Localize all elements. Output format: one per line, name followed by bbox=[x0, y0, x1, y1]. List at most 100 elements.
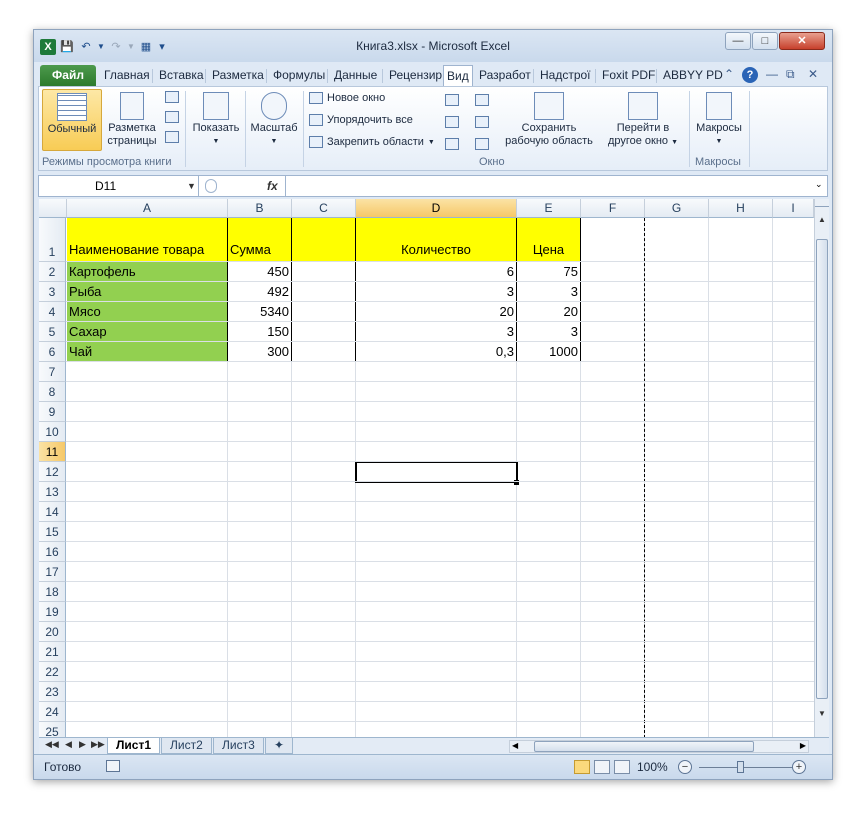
switch-windows-button[interactable]: Перейти в другое окно ▼ bbox=[599, 89, 687, 149]
cell-b5[interactable]: 150 bbox=[228, 322, 292, 342]
synchronous-scrolling-icon[interactable] bbox=[475, 116, 489, 128]
row-header[interactable]: 12 bbox=[39, 462, 66, 482]
row-header[interactable]: 18 bbox=[39, 582, 66, 602]
row-header[interactable]: 24 bbox=[39, 702, 66, 722]
hide-icon[interactable] bbox=[445, 116, 459, 128]
select-all-corner[interactable] bbox=[39, 199, 67, 218]
split-box-icon[interactable] bbox=[815, 199, 829, 207]
zoom-slider-thumb[interactable] bbox=[737, 761, 744, 773]
row-header[interactable]: 22 bbox=[39, 662, 66, 682]
tab-data[interactable]: Данные bbox=[331, 65, 380, 86]
cell-d1[interactable]: Количество bbox=[356, 218, 517, 262]
collapse-ribbon-icon[interactable]: ⌃ bbox=[724, 67, 734, 81]
expand-formula-bar-icon[interactable]: ⌄ bbox=[815, 179, 823, 190]
close-doc-icon[interactable]: ✕ bbox=[808, 67, 818, 81]
view-side-by-side-icon[interactable] bbox=[475, 94, 489, 106]
formula-input[interactable] bbox=[285, 176, 815, 196]
cell-b6[interactable]: 300 bbox=[228, 342, 292, 362]
horizontal-scrollbar[interactable]: ◀ ▶ bbox=[509, 740, 809, 753]
zoom-in-icon[interactable]: + bbox=[792, 760, 806, 774]
column-header-i[interactable]: I bbox=[773, 199, 814, 218]
cell-d6[interactable]: 0,3 bbox=[356, 342, 517, 362]
row-header[interactable]: 9 bbox=[39, 402, 66, 422]
cell-a4[interactable]: Мясо bbox=[67, 302, 228, 322]
restore-doc-icon[interactable]: ⧉ bbox=[786, 67, 795, 82]
freeze-panes-button[interactable]: Закрепить области ▼ bbox=[309, 136, 435, 148]
row-header[interactable]: 5 bbox=[39, 322, 66, 342]
cell-a1[interactable]: Наименование товара bbox=[67, 218, 228, 262]
minimize-button[interactable]: — bbox=[725, 32, 751, 50]
cell-d4[interactable]: 20 bbox=[356, 302, 517, 322]
tab-insert[interactable]: Вставка bbox=[156, 65, 207, 86]
help-icon[interactable]: ? bbox=[742, 67, 758, 83]
zoom-out-icon[interactable]: − bbox=[678, 760, 692, 774]
row-header[interactable]: 10 bbox=[39, 422, 66, 442]
row-header[interactable]: 21 bbox=[39, 642, 66, 662]
show-button[interactable]: Показать ▼ bbox=[189, 89, 243, 148]
cell-e5[interactable]: 3 bbox=[517, 322, 581, 342]
row-header[interactable]: 14 bbox=[39, 502, 66, 522]
row-header[interactable]: 1 bbox=[39, 218, 66, 262]
row-header[interactable]: 13 bbox=[39, 482, 66, 502]
column-header-d[interactable]: D bbox=[356, 199, 517, 218]
custom-views-icon[interactable] bbox=[165, 111, 179, 123]
cell-c4[interactable] bbox=[292, 302, 356, 322]
horizontal-scroll-thumb[interactable] bbox=[534, 741, 754, 752]
cell-d3[interactable]: 3 bbox=[356, 282, 517, 302]
row-header[interactable]: 19 bbox=[39, 602, 66, 622]
tab-view[interactable]: Вид bbox=[443, 65, 473, 86]
tab-review[interactable]: Рецензир bbox=[386, 65, 445, 86]
tab-foxit[interactable]: Foxit PDF bbox=[599, 65, 658, 86]
insert-function-button[interactable]: fx bbox=[267, 176, 278, 196]
row-header[interactable]: 3 bbox=[39, 282, 66, 302]
tab-file[interactable]: Файл bbox=[40, 65, 96, 86]
row-header[interactable]: 25 bbox=[39, 722, 66, 737]
cell-e3[interactable]: 3 bbox=[517, 282, 581, 302]
cell-e4[interactable]: 20 bbox=[517, 302, 581, 322]
cell-e6[interactable]: 1000 bbox=[517, 342, 581, 362]
tab-formulas[interactable]: Формулы bbox=[270, 65, 328, 86]
first-sheet-icon[interactable]: ◀◀ bbox=[45, 739, 59, 750]
full-screen-icon[interactable] bbox=[165, 131, 179, 143]
unhide-icon[interactable] bbox=[445, 138, 459, 150]
page-break-preview-icon[interactable] bbox=[165, 91, 179, 103]
cell-c3[interactable] bbox=[292, 282, 356, 302]
macro-record-icon[interactable] bbox=[106, 760, 120, 772]
cell-c2[interactable] bbox=[292, 262, 356, 282]
cell-b2[interactable]: 450 bbox=[228, 262, 292, 282]
vertical-scrollbar[interactable]: ▲ ▼ bbox=[814, 199, 829, 737]
macros-button[interactable]: Макросы ▼ bbox=[691, 89, 747, 148]
normal-view-button[interactable]: Обычный bbox=[42, 89, 102, 151]
row-header[interactable]: 16 bbox=[39, 542, 66, 562]
row-header[interactable]: 17 bbox=[39, 562, 66, 582]
sheet-tab-2[interactable]: Лист2 bbox=[161, 738, 212, 754]
row-header[interactable]: 6 bbox=[39, 342, 66, 362]
prev-sheet-icon[interactable]: ◀ bbox=[65, 739, 72, 750]
cell-a2[interactable]: Картофель bbox=[67, 262, 228, 282]
normal-view-icon[interactable] bbox=[574, 760, 590, 774]
cell-c5[interactable] bbox=[292, 322, 356, 342]
row-header[interactable]: 2 bbox=[39, 262, 66, 282]
tab-addins[interactable]: Надстрої bbox=[537, 65, 594, 86]
cell-b4[interactable]: 5340 bbox=[228, 302, 292, 322]
row-header[interactable]: 23 bbox=[39, 682, 66, 702]
cell-c6[interactable] bbox=[292, 342, 356, 362]
last-sheet-icon[interactable]: ▶▶ bbox=[91, 739, 105, 750]
cell-e2[interactable]: 75 bbox=[517, 262, 581, 282]
new-window-button[interactable]: Новое окно bbox=[309, 92, 385, 104]
cell-d5[interactable]: 3 bbox=[356, 322, 517, 342]
minimize-doc-icon[interactable]: — bbox=[766, 67, 778, 81]
column-header-g[interactable]: G bbox=[645, 199, 709, 218]
next-sheet-icon[interactable]: ▶ bbox=[79, 739, 86, 750]
split-icon[interactable] bbox=[445, 94, 459, 106]
scroll-right-icon[interactable]: ▶ bbox=[800, 741, 806, 750]
column-header-h[interactable]: H bbox=[709, 199, 773, 218]
cell-a6[interactable]: Чай bbox=[67, 342, 228, 362]
scroll-left-icon[interactable]: ◀ bbox=[512, 741, 518, 750]
insert-sheet-icon[interactable]: ✦ bbox=[265, 738, 293, 754]
tab-home[interactable]: Главная bbox=[101, 65, 153, 86]
column-header-a[interactable]: A bbox=[67, 199, 228, 218]
worksheet-grid[interactable]: A B C D E F G H I 1 2 3 4 5 6 7 8 9 10 11 12 13 14 15… bbox=[39, 199, 814, 737]
cell-b3[interactable]: 492 bbox=[228, 282, 292, 302]
zoom-button[interactable]: Масштаб ▼ bbox=[247, 89, 301, 148]
